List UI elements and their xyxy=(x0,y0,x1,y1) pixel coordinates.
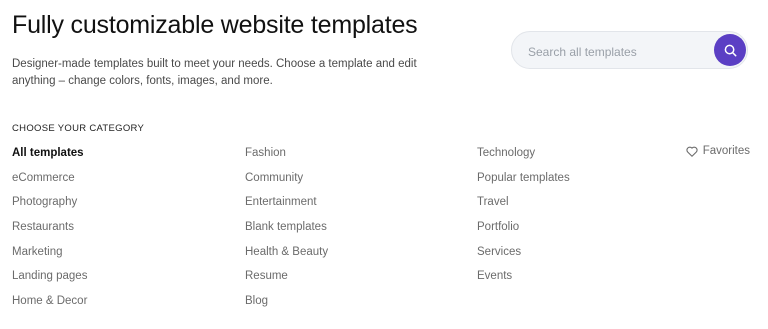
category-link-entertainment[interactable]: Entertainment xyxy=(245,194,328,219)
category-link-all-templates[interactable]: All templates xyxy=(12,145,87,170)
category-link-blog[interactable]: Blog xyxy=(245,293,328,318)
category-column-3: Technology Popular templates Travel Portfol… xyxy=(477,145,570,293)
favorites-link[interactable]: Favorites xyxy=(686,145,750,157)
heart-icon xyxy=(686,146,698,157)
category-link-fashion[interactable]: Fashion xyxy=(245,145,328,170)
category-link-restaurants[interactable]: Restaurants xyxy=(12,219,87,244)
search-bar xyxy=(511,31,748,69)
category-column-1: All templates eCommerce Photography Restaur… xyxy=(12,145,87,318)
category-link-photography[interactable]: Photography xyxy=(12,194,87,219)
category-link-blank-templates[interactable]: Blank templates xyxy=(245,219,328,244)
category-link-marketing[interactable]: Marketing xyxy=(12,244,87,269)
category-link-portfolio[interactable]: Portfolio xyxy=(477,219,570,244)
favorites-label: Favorites xyxy=(702,145,750,157)
search-button[interactable] xyxy=(714,34,746,66)
search-input[interactable] xyxy=(526,41,710,63)
category-link-popular-templates[interactable]: Popular templates xyxy=(477,170,570,195)
category-link-events[interactable]: Events xyxy=(477,268,570,293)
category-link-travel[interactable]: Travel xyxy=(477,194,570,219)
category-link-ecommerce[interactable]: eCommerce xyxy=(12,170,87,195)
category-column-2: Fashion Community Entertainment Blank templ… xyxy=(245,145,328,318)
category-link-services[interactable]: Services xyxy=(477,244,570,269)
page-subtitle: Designer-made templates built to meet yo… xyxy=(12,58,417,87)
category-link-resume[interactable]: Resume xyxy=(245,268,328,293)
page-title: Fully customizable website templates xyxy=(12,11,418,39)
category-link-technology[interactable]: Technology xyxy=(477,145,570,170)
category-link-landing-pages[interactable]: Landing pages xyxy=(12,268,87,293)
category-link-home-and-decor[interactable]: Home & Decor xyxy=(12,293,87,318)
category-section-label: CHOOSE YOUR CATEGORY xyxy=(12,123,145,134)
category-link-community[interactable]: Community xyxy=(245,170,328,195)
search-icon xyxy=(724,44,736,56)
category-link-health-and-beauty[interactable]: Health & Beauty xyxy=(245,244,328,269)
